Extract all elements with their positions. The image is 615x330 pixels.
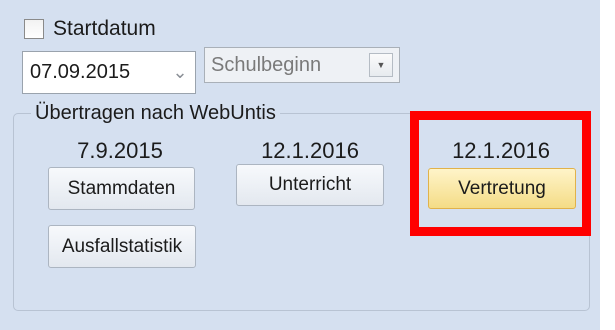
stammdaten-date: 7.9.2015 [77,138,163,163]
webuntis-panel: Startdatum 07.09.2015 ⌄ Schulbeginn ▼ Üb… [0,0,600,330]
unterricht-date: 12.1.2016 [261,138,359,163]
startdatum-checkbox[interactable] [24,19,44,39]
transfer-group-title: Übertragen nach WebUntis [31,102,280,125]
startdatum-label: Startdatum [53,17,156,40]
start-select-value: Schulbeginn [211,53,322,76]
unterricht-button[interactable]: Unterricht [236,164,384,206]
startdatum-row: Startdatum [24,17,156,41]
start-select[interactable]: Schulbeginn ▼ [204,47,400,83]
date-value: 07.09.2015 [30,61,131,83]
stammdaten-button[interactable]: Stammdaten [48,167,195,210]
ausfallstatistik-button[interactable]: Ausfallstatistik [48,225,196,268]
dropdown-arrow-icon[interactable]: ▼ [369,53,393,77]
highlight-box [410,111,591,236]
date-picker[interactable]: 07.09.2015 ⌄ [22,51,196,94]
chevron-down-icon[interactable]: ⌄ [165,62,195,83]
